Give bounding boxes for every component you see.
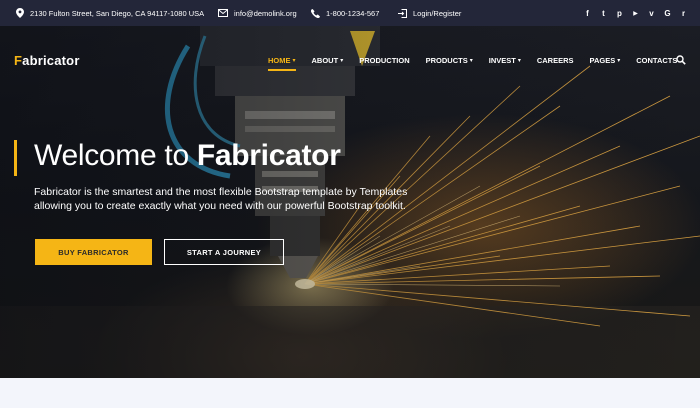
chevron-down-icon: ▾ (617, 58, 621, 64)
nav-item-products[interactable]: PRODUCTS ▾ (426, 56, 473, 65)
phone-link[interactable]: 1-800-1234-567 (326, 9, 379, 18)
nav-item-label: HOME (268, 56, 291, 65)
envelope-icon (218, 9, 228, 17)
chevron-down-icon: ▾ (292, 58, 296, 64)
main-nav: HOME ▾ ABOUT ▾ PRODUCTION PRODUCTS ▾ INVEST… (268, 56, 693, 71)
headline-accent-bar (14, 140, 17, 176)
next-section-strip (0, 378, 700, 408)
headline-bold: Fabricator (196, 139, 341, 172)
hero-section: Fabricator HOME ▾ ABOUT ▾ PRODUCTION PRODU… (0, 26, 700, 378)
nav-item-label: INVEST (488, 56, 516, 65)
email-info[interactable]: info@demolink.org (218, 0, 297, 26)
social-links: f t p ▶ v G r (583, 0, 688, 26)
top-bar: 2130 Fulton Street, San Diego, CA 94117-… (0, 0, 700, 26)
logo-text: abricator (22, 53, 80, 68)
nav-item-about[interactable]: ABOUT ▾ (312, 56, 344, 65)
logo-first-letter: F (14, 53, 23, 68)
nav-item-label: PRODUCTS (425, 56, 468, 65)
nav-item-label: PRODUCTION (359, 56, 410, 65)
nav-item-label: CONTACTS (636, 56, 678, 65)
google-icon[interactable]: G (663, 9, 672, 18)
headline-light: Welcome to (34, 139, 197, 172)
nav-item-careers[interactable]: CAREERS (537, 56, 574, 65)
twitter-icon[interactable]: t (599, 9, 608, 18)
pinterest-icon[interactable]: p (615, 9, 624, 18)
nav-item-label: ABOUT (311, 56, 339, 65)
nav-item-production[interactable]: PRODUCTION (359, 56, 409, 65)
email-link[interactable]: info@demolink.org (234, 9, 297, 18)
rss-icon[interactable]: r (679, 9, 688, 18)
login-link[interactable]: Login/Register (413, 9, 461, 18)
hero-headline: Welcome to Fabricator (34, 139, 341, 173)
phone-icon (311, 8, 320, 18)
login-info[interactable]: Login/Register (398, 0, 461, 26)
nav-item-invest[interactable]: INVEST ▾ (489, 56, 521, 65)
nav-item-pages[interactable]: PAGES ▾ (590, 56, 621, 65)
chevron-down-icon: ▾ (340, 58, 344, 64)
phone-info[interactable]: 1-800-1234-567 (311, 0, 379, 26)
chevron-down-icon: ▾ (469, 58, 473, 64)
nav-item-label: CAREERS (536, 56, 574, 65)
address-info: 2130 Fulton Street, San Diego, CA 94117-… (16, 0, 204, 26)
site-logo[interactable]: Fabricator (14, 53, 80, 68)
search-icon[interactable] (676, 55, 686, 65)
login-icon (398, 8, 407, 18)
youtube-icon[interactable]: ▶ (631, 10, 640, 17)
vimeo-icon[interactable]: v (647, 9, 656, 18)
nav-item-home[interactable]: HOME ▾ (268, 56, 296, 71)
address-text: 2130 Fulton Street, San Diego, CA 94117-… (30, 8, 205, 18)
nav-item-label: PAGES (589, 56, 616, 65)
location-pin-icon (16, 8, 24, 18)
nav-item-contacts[interactable]: CONTACTS (636, 56, 677, 65)
chevron-down-icon: ▾ (517, 58, 521, 64)
hero-subtext: Fabricator is the smartest and the most … (34, 186, 408, 212)
start-journey-button[interactable]: START A JOURNEY (164, 239, 284, 265)
facebook-icon[interactable]: f (583, 9, 592, 18)
buy-fabricator-button[interactable]: BUY FABRICATOR (35, 239, 152, 265)
